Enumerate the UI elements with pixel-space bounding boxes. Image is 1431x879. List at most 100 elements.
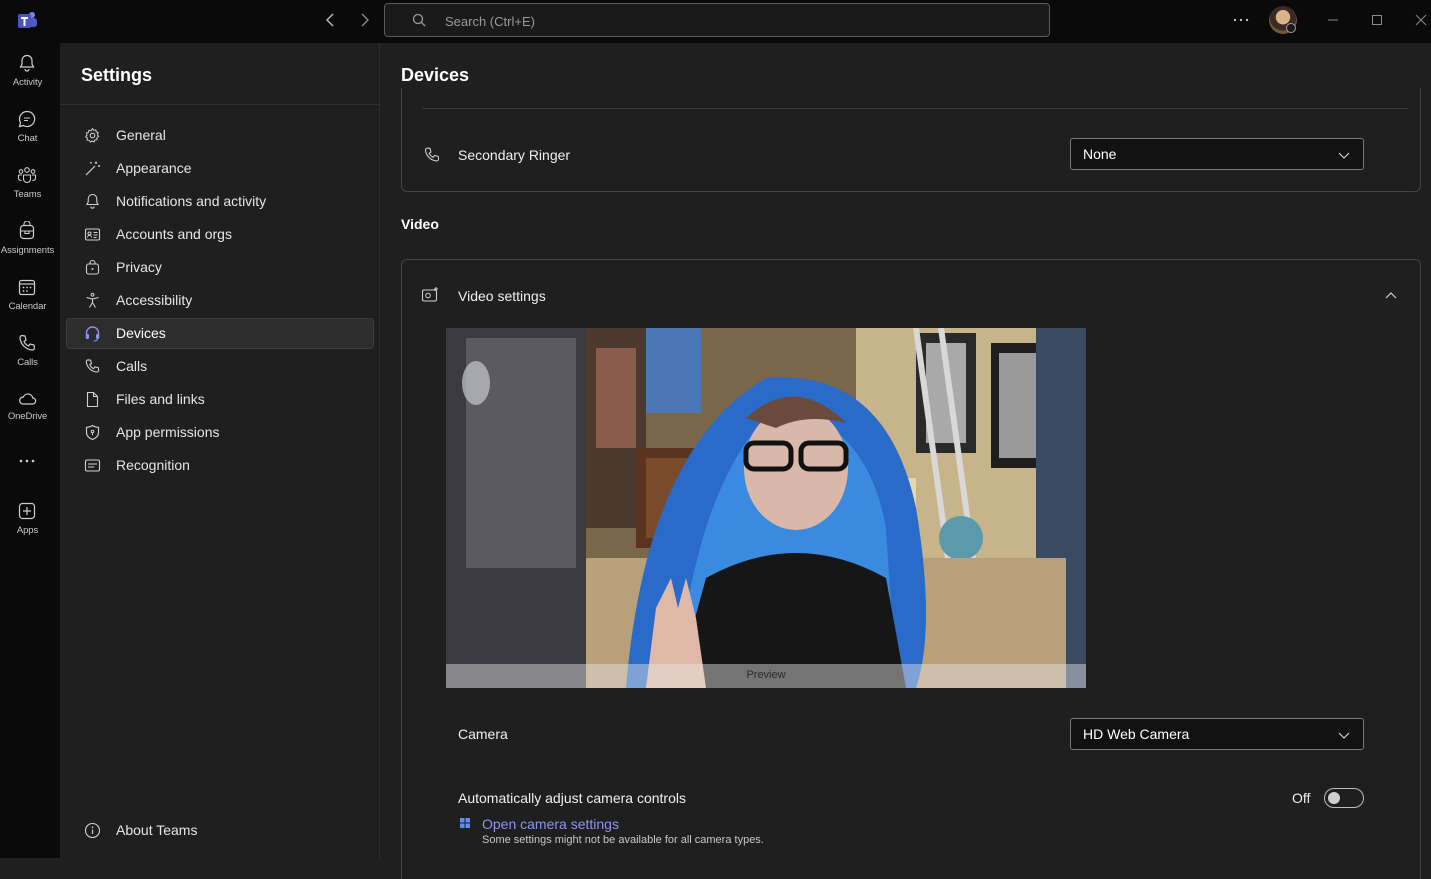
more-options-icon[interactable] bbox=[1230, 10, 1252, 30]
open-camera-settings-link[interactable]: Open camera settings bbox=[482, 816, 619, 832]
secondary-ringer-dropdown[interactable]: None bbox=[1070, 138, 1364, 170]
settings-item-accessibility[interactable]: Accessibility bbox=[66, 285, 374, 316]
dropdown-value: HD Web Camera bbox=[1083, 726, 1190, 742]
menu-label: Files and links bbox=[116, 391, 205, 407]
menu-label: Accounts and orgs bbox=[116, 226, 232, 242]
lock-bag-icon bbox=[85, 259, 100, 275]
settings-item-accounts[interactable]: Accounts and orgs bbox=[66, 219, 374, 250]
menu-label: Recognition bbox=[116, 457, 190, 473]
auto-adjust-label: Automatically adjust camera controls bbox=[458, 790, 686, 806]
camera-preview-image bbox=[446, 328, 1086, 688]
dropdown-value: None bbox=[1083, 146, 1117, 162]
rail-label: OneDrive bbox=[7, 411, 48, 422]
rail-label: Calendar bbox=[8, 301, 47, 312]
headset-icon bbox=[85, 326, 100, 342]
rail-label: Apps bbox=[16, 525, 39, 536]
divider bbox=[60, 104, 380, 105]
video-settings-card: Video settings Preview Camera HD Web Cam… bbox=[401, 259, 1421, 879]
more-horizontal-icon bbox=[19, 459, 35, 463]
rail-item-calls[interactable]: Calls bbox=[0, 333, 60, 385]
rail-item-teams[interactable]: Teams bbox=[0, 165, 60, 217]
settings-item-general[interactable]: General bbox=[66, 120, 374, 151]
rail-item-activity[interactable]: Activity bbox=[0, 53, 60, 105]
rail-item-apps[interactable]: Apps bbox=[0, 501, 60, 553]
rail-label: Teams bbox=[13, 189, 42, 200]
audio-devices-card: Secondary Ringer None bbox=[401, 88, 1421, 192]
cloud-icon bbox=[19, 393, 37, 405]
settings-item-privacy[interactable]: Privacy bbox=[66, 252, 374, 283]
windows-logo-icon bbox=[460, 818, 470, 828]
back-arrow-icon[interactable] bbox=[322, 11, 340, 29]
wand-icon bbox=[85, 161, 100, 176]
toggle-knob bbox=[1328, 792, 1340, 804]
rail-more-apps[interactable] bbox=[0, 451, 60, 475]
menu-label: Accessibility bbox=[116, 292, 193, 308]
search-box[interactable] bbox=[384, 3, 1050, 38]
maximize-icon[interactable] bbox=[1369, 12, 1385, 28]
settings-item-calls[interactable]: Calls bbox=[66, 351, 374, 382]
camera-settings-icon bbox=[421, 287, 438, 302]
id-card-icon bbox=[84, 228, 101, 241]
menu-label: General bbox=[116, 127, 166, 143]
plus-icon bbox=[18, 502, 36, 520]
phone-icon bbox=[85, 359, 100, 373]
rail-item-onedrive[interactable]: OneDrive bbox=[0, 389, 60, 441]
rail-item-assignments[interactable]: Assignments bbox=[0, 221, 60, 273]
chat-icon bbox=[18, 110, 36, 128]
chevron-down-icon bbox=[1338, 152, 1350, 159]
app-rail: Activity Chat Teams Assignments Calendar… bbox=[0, 43, 60, 858]
calendar-icon bbox=[18, 279, 36, 296]
about-teams[interactable]: About Teams bbox=[66, 815, 374, 846]
search-icon bbox=[412, 13, 426, 27]
close-icon[interactable] bbox=[1413, 12, 1429, 28]
divider bbox=[422, 108, 1408, 109]
camera-preview: Preview bbox=[446, 328, 1086, 688]
minimize-icon[interactable] bbox=[1325, 12, 1341, 28]
video-settings-title: Video settings bbox=[458, 288, 546, 304]
bell-icon bbox=[19, 54, 35, 72]
shield-icon bbox=[85, 424, 100, 441]
rail-item-calendar[interactable]: Calendar bbox=[0, 277, 60, 329]
phone-icon bbox=[424, 147, 440, 162]
accessibility-icon bbox=[86, 292, 99, 308]
rail-label: Chat bbox=[17, 133, 38, 144]
forward-arrow-icon[interactable] bbox=[355, 11, 373, 29]
settings-item-app-permissions[interactable]: App permissions bbox=[66, 417, 374, 448]
file-icon bbox=[86, 391, 99, 408]
rail-item-chat[interactable]: Chat bbox=[0, 109, 60, 161]
auto-adjust-toggle[interactable] bbox=[1324, 788, 1364, 808]
settings-item-notifications[interactable]: Notifications and activity bbox=[66, 186, 374, 217]
preview-label: Preview bbox=[746, 669, 786, 681]
settings-item-appearance[interactable]: Appearance bbox=[66, 153, 374, 184]
teams-logo-icon bbox=[18, 12, 37, 28]
menu-label: Devices bbox=[116, 325, 166, 341]
menu-label: Privacy bbox=[116, 259, 162, 275]
info-icon bbox=[84, 822, 101, 839]
video-section-heading: Video bbox=[401, 216, 439, 232]
menu-label: Notifications and activity bbox=[116, 193, 267, 209]
presence-status-icon bbox=[1286, 23, 1296, 33]
camera-settings-hint: Some settings might not be available for… bbox=[482, 834, 764, 846]
secondary-ringer-label: Secondary Ringer bbox=[458, 147, 571, 163]
camera-label: Camera bbox=[458, 726, 508, 742]
phone-icon bbox=[19, 334, 36, 351]
page-title: Devices bbox=[401, 65, 470, 85]
menu-label: Calls bbox=[116, 358, 148, 374]
search-input[interactable] bbox=[443, 4, 1027, 38]
settings-item-devices[interactable]: Devices bbox=[66, 318, 374, 349]
settings-item-files[interactable]: Files and links bbox=[66, 384, 374, 415]
settings-item-recognition[interactable]: Recognition bbox=[66, 450, 374, 481]
main-content: Devices Secondary Ringer None Video Vide… bbox=[380, 43, 1431, 879]
chevron-up-icon[interactable] bbox=[1383, 288, 1399, 304]
rail-label: Activity bbox=[12, 77, 43, 88]
rail-label: Calls bbox=[17, 357, 38, 368]
gear-icon bbox=[84, 127, 100, 143]
settings-title: Settings bbox=[81, 65, 153, 85]
camera-dropdown[interactable]: HD Web Camera bbox=[1070, 718, 1364, 750]
id-icon bbox=[84, 459, 101, 472]
backpack-icon bbox=[19, 221, 35, 240]
chevron-down-icon bbox=[1338, 732, 1350, 739]
bell-icon bbox=[86, 193, 99, 209]
settings-panel: Settings General Appearance Notification… bbox=[60, 43, 380, 858]
rail-label: Assignments bbox=[0, 245, 55, 256]
